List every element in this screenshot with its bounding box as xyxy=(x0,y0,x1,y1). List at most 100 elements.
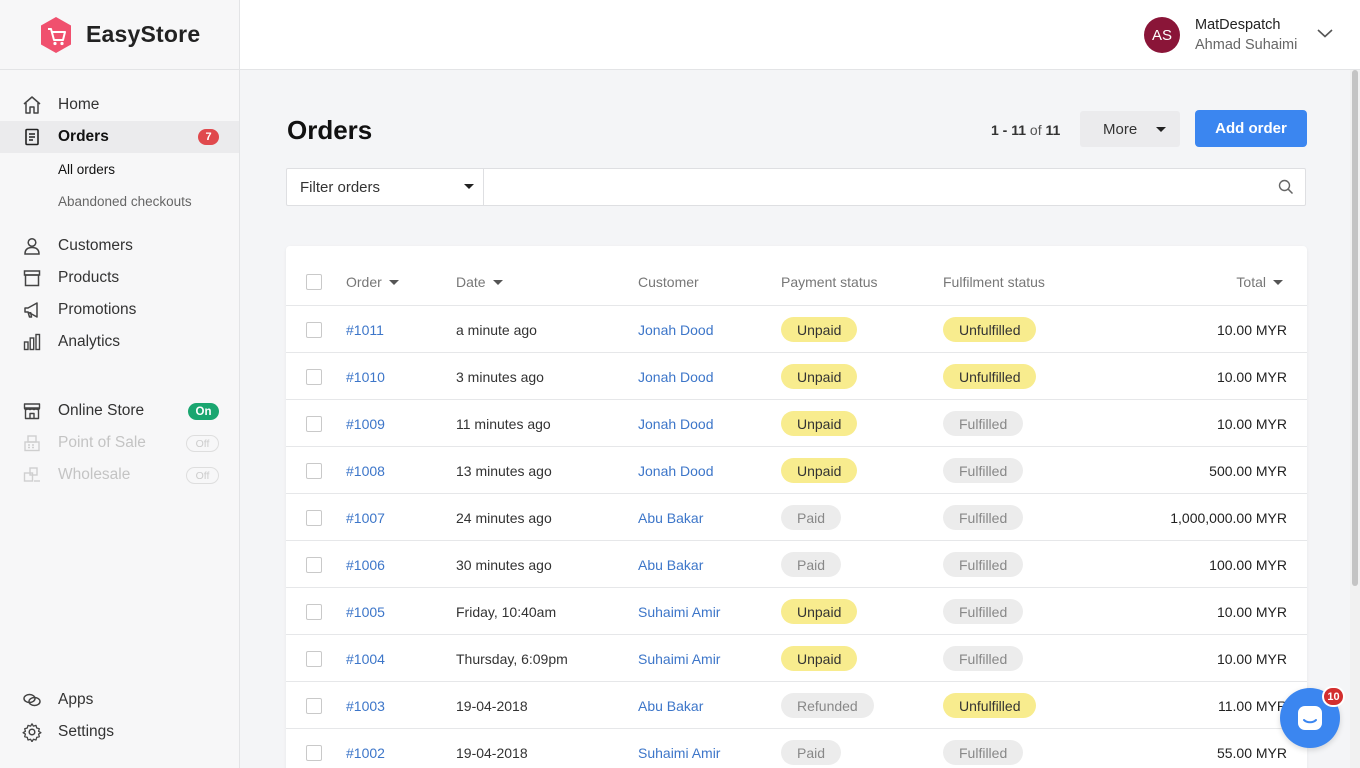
table-row[interactable]: #1011 a minute ago Jonah Dood Unpaid Unfulfi… xyxy=(286,306,1307,353)
search-input[interactable] xyxy=(485,169,1275,205)
main-content: Orders 1 - 11 of 11 More Add order Filte… xyxy=(240,70,1350,768)
fulfilment-status-badge: Fulfilled xyxy=(943,505,1024,530)
payment-status-badge: Unpaid xyxy=(781,411,858,436)
row-checkbox[interactable] xyxy=(306,416,322,432)
customer-link[interactable]: Jonah Dood xyxy=(638,463,714,479)
nav-item-online-store[interactable]: Online Store On xyxy=(0,395,239,427)
filter-bar: Filter orders xyxy=(286,168,1306,206)
online-store-status-badge: On xyxy=(188,403,219,420)
nav-label: Apps xyxy=(58,691,94,708)
row-checkbox[interactable] xyxy=(306,604,322,620)
column-header-total[interactable]: Total xyxy=(1236,274,1283,290)
column-header-order[interactable]: Order xyxy=(346,274,399,290)
orders-icon xyxy=(22,127,42,147)
row-checkbox[interactable] xyxy=(306,369,322,385)
customer-link[interactable]: Abu Bakar xyxy=(638,698,703,714)
table-row[interactable]: #1006 30 minutes ago Abu Bakar Paid Fulfille… xyxy=(286,541,1307,588)
customer-link[interactable]: Jonah Dood xyxy=(638,369,714,385)
scrollbar[interactable] xyxy=(1350,70,1360,768)
nav-item-point-of-sale[interactable]: Point of Sale Off xyxy=(0,427,239,459)
brand-logo[interactable]: EasyStore xyxy=(0,0,239,70)
settings-icon xyxy=(22,722,42,742)
select-all-checkbox[interactable] xyxy=(306,274,322,290)
row-checkbox[interactable] xyxy=(306,745,322,761)
payment-status-badge: Paid xyxy=(781,505,842,530)
order-number-link[interactable]: #1004 xyxy=(346,651,385,667)
order-number-link[interactable]: #1007 xyxy=(346,510,385,526)
table-row[interactable]: #1007 24 minutes ago Abu Bakar Paid Fulfille… xyxy=(286,494,1307,541)
order-number-link[interactable]: #1011 xyxy=(346,322,384,338)
table-row[interactable]: #1004 Thursday, 6:09pm Suhaimi Amir Unpaid F… xyxy=(286,635,1307,682)
pagination-range: 1 - 11 xyxy=(991,122,1027,138)
customer-link[interactable]: Abu Bakar xyxy=(638,510,703,526)
main-nav: Home Orders 7 All orders Abandoned check… xyxy=(0,89,239,491)
nav-item-customers[interactable]: Customers xyxy=(0,230,239,262)
row-checkbox[interactable] xyxy=(306,651,322,667)
table-row[interactable]: #1008 13 minutes ago Jonah Dood Unpaid Fulfi… xyxy=(286,447,1307,494)
payment-status-badge: Unpaid xyxy=(781,599,858,624)
order-total: 10.00 MYR xyxy=(1216,604,1287,620)
nav-item-apps[interactable]: Apps xyxy=(0,684,239,716)
products-icon xyxy=(22,268,42,288)
customer-link[interactable]: Suhaimi Amir xyxy=(638,745,720,761)
add-order-button[interactable]: Add order xyxy=(1195,110,1307,147)
more-actions-button[interactable]: More xyxy=(1080,111,1180,147)
order-number-link[interactable]: #1010 xyxy=(346,369,385,385)
nav-item-promotions[interactable]: Promotions xyxy=(0,294,239,326)
scrollbar-thumb[interactable] xyxy=(1352,70,1358,586)
nav-subitem-abandoned-checkouts[interactable]: Abandoned checkouts xyxy=(0,185,239,217)
table-row[interactable]: #1003 19-04-2018 Abu Bakar Refunded Unfulfil… xyxy=(286,682,1307,729)
nav-item-wholesale[interactable]: Wholesale Off xyxy=(0,459,239,491)
table-row[interactable]: #1005 Friday, 10:40am Suhaimi Amir Unpaid Fu… xyxy=(286,588,1307,635)
order-date: 3 minutes ago xyxy=(456,369,544,385)
order-date: 30 minutes ago xyxy=(456,557,552,573)
column-header-date[interactable]: Date xyxy=(456,274,503,290)
row-checkbox[interactable] xyxy=(306,322,322,338)
promotions-icon xyxy=(22,300,42,320)
filter-orders-select[interactable]: Filter orders xyxy=(287,169,484,205)
table-row[interactable]: #1010 3 minutes ago Jonah Dood Unpaid Unfulf… xyxy=(286,353,1307,400)
customer-link[interactable]: Jonah Dood xyxy=(638,416,714,432)
nav-item-analytics[interactable]: Analytics xyxy=(0,326,239,358)
filter-label: Filter orders xyxy=(300,178,381,196)
order-total: 500.00 MYR xyxy=(1209,463,1287,479)
nav-item-home[interactable]: Home xyxy=(0,89,239,121)
order-number-link[interactable]: #1006 xyxy=(346,557,385,573)
table-row[interactable]: #1009 11 minutes ago Jonah Dood Unpaid Fulfi… xyxy=(286,400,1307,447)
order-number-link[interactable]: #1005 xyxy=(346,604,385,620)
customer-link[interactable]: Suhaimi Amir xyxy=(638,604,720,620)
customers-icon xyxy=(22,236,42,256)
nav-item-products[interactable]: Products xyxy=(0,262,239,294)
chat-icon xyxy=(1298,706,1322,730)
order-number-link[interactable]: #1009 xyxy=(346,416,385,432)
row-checkbox[interactable] xyxy=(306,698,322,714)
order-total: 10.00 MYR xyxy=(1216,416,1287,432)
row-checkbox[interactable] xyxy=(306,557,322,573)
order-number-link[interactable]: #1003 xyxy=(346,698,385,714)
row-checkbox[interactable] xyxy=(306,463,322,479)
nav-item-orders[interactable]: Orders 7 xyxy=(0,121,239,153)
payment-status-badge: Refunded xyxy=(781,693,874,718)
customer-link[interactable]: Suhaimi Amir xyxy=(638,651,720,667)
customer-link[interactable]: Abu Bakar xyxy=(638,557,703,573)
nav-item-settings[interactable]: Settings xyxy=(0,716,239,748)
home-icon xyxy=(22,95,42,115)
table-header: Order Date Customer Payment status Fulfi… xyxy=(286,246,1307,306)
avatar[interactable]: AS xyxy=(1144,17,1180,53)
customer-link[interactable]: Jonah Dood xyxy=(638,322,714,338)
search-icon[interactable] xyxy=(1278,179,1294,195)
row-checkbox[interactable] xyxy=(306,510,322,526)
order-number-link[interactable]: #1002 xyxy=(346,745,385,761)
order-date: a minute ago xyxy=(456,322,537,338)
chevron-down-icon[interactable] xyxy=(1316,27,1334,39)
order-date: 24 minutes ago xyxy=(456,510,552,526)
fulfilment-status-badge: Fulfilled xyxy=(943,599,1024,624)
user-full-name[interactable]: Ahmad Suhaimi xyxy=(1195,37,1297,53)
nav-subitem-all-orders[interactable]: All orders xyxy=(0,153,239,185)
order-number-link[interactable]: #1008 xyxy=(346,463,385,479)
table-row[interactable]: #1002 19-04-2018 Suhaimi Amir Paid Fulfilled… xyxy=(286,729,1307,768)
user-store-name[interactable]: MatDespatch xyxy=(1195,17,1280,33)
payment-status-badge: Unpaid xyxy=(781,458,858,483)
header-label: Order xyxy=(346,274,382,290)
